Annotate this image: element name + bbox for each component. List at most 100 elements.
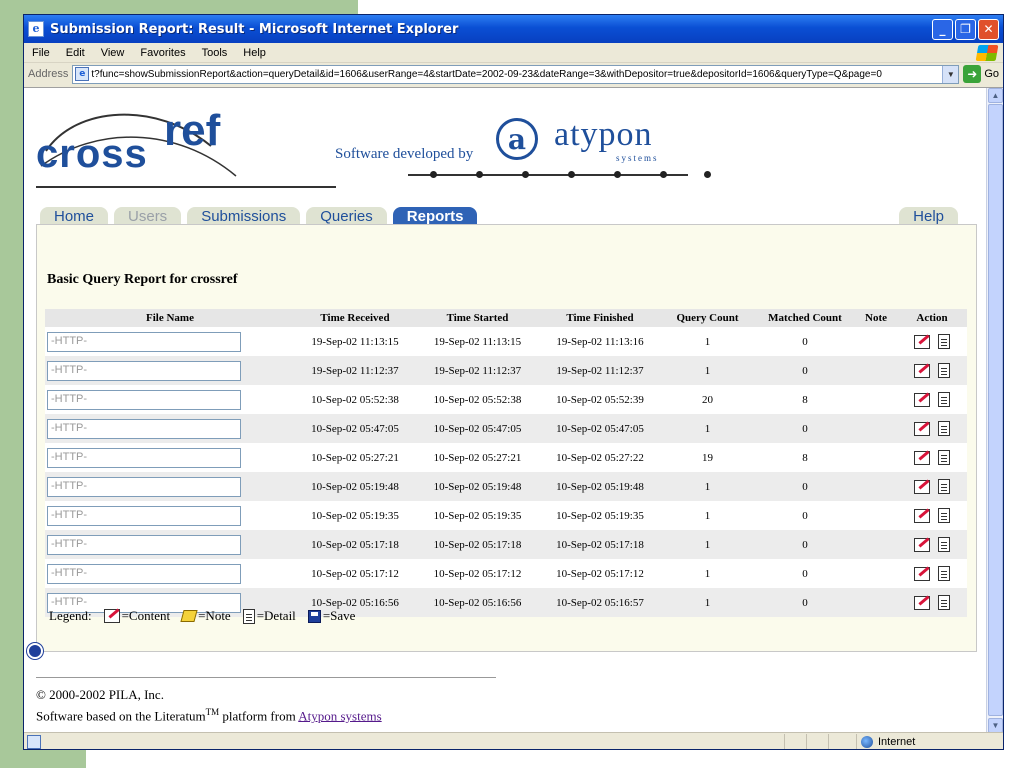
content-icon[interactable]	[914, 334, 930, 349]
detail-icon[interactable]	[938, 363, 950, 378]
maximize-button[interactable]: ❐	[955, 18, 976, 40]
file-name-field[interactable]: -HTTP-	[47, 418, 241, 439]
cell-query-count: 1	[660, 501, 755, 530]
header-logos: cross ref Software developed by a atypon…	[36, 106, 711, 201]
file-name-field[interactable]: -HTTP-	[47, 534, 241, 555]
vertical-scrollbar[interactable]: ▲ ▼	[986, 88, 1003, 732]
copyright-text: © 2000-2002 PILA, Inc.	[36, 687, 164, 702]
cell-file-name: -HTTP-	[45, 385, 295, 414]
file-name-field[interactable]: -HTTP-	[47, 447, 241, 468]
table-row: -HTTP- 10-Sep-02 05:17:18 10-Sep-02 05:17:…	[45, 530, 967, 559]
cell-file-name: -HTTP-	[45, 559, 295, 588]
cell-action	[897, 356, 967, 385]
content-icon[interactable]	[914, 537, 930, 552]
address-url[interactable]: t?func=showSubmissionReport&action=query…	[91, 69, 942, 80]
scroll-up-icon[interactable]: ▲	[988, 88, 1003, 103]
go-label: Go	[984, 68, 999, 80]
tab-queries[interactable]: Queries	[306, 207, 387, 225]
content-icon[interactable]	[914, 392, 930, 407]
file-name-field[interactable]: -HTTP-	[47, 331, 241, 352]
content-icon[interactable]	[914, 508, 930, 523]
cell-time-received: 10-Sep-02 05:47:05	[295, 414, 415, 443]
tab-submissions[interactable]: Submissions	[187, 207, 301, 225]
cell-query-count: 1	[660, 530, 755, 559]
platform-credit: Software based on the LiteratumTM platfo…	[36, 707, 382, 724]
tab-help[interactable]: Help	[899, 207, 958, 225]
minimize-button[interactable]: _	[932, 18, 953, 40]
menu-file[interactable]: File	[24, 47, 58, 59]
cell-matched-count: 0	[755, 530, 855, 559]
tab-home[interactable]: Home	[40, 207, 109, 225]
detail-icon[interactable]	[938, 537, 950, 552]
cell-time-started: 10-Sep-02 05:19:48	[415, 472, 540, 501]
file-name-field[interactable]: -HTTP-	[47, 389, 241, 410]
cell-action	[897, 559, 967, 588]
cell-note	[855, 559, 897, 588]
detail-icon[interactable]	[938, 450, 950, 465]
cell-time-finished: 10-Sep-02 05:17:18	[540, 530, 660, 559]
content-icon[interactable]	[914, 479, 930, 494]
cell-query-count: 1	[660, 414, 755, 443]
content-icon[interactable]	[914, 450, 930, 465]
detail-icon[interactable]	[938, 508, 950, 523]
menu-view[interactable]: View	[93, 47, 133, 59]
dot-marker	[430, 171, 437, 178]
cell-time-finished: 10-Sep-02 05:27:22	[540, 443, 660, 472]
content-icon[interactable]	[914, 566, 930, 581]
cell-file-name: -HTTP-	[45, 530, 295, 559]
content-icon[interactable]	[914, 421, 930, 436]
cell-note	[855, 472, 897, 501]
cell-note	[855, 356, 897, 385]
menu-edit[interactable]: Edit	[58, 47, 93, 59]
table-row: -HTTP- 10-Sep-02 05:17:12 10-Sep-02 05:17:…	[45, 559, 967, 588]
cell-query-count: 1	[660, 472, 755, 501]
cell-query-count: 19	[660, 443, 755, 472]
report-panel: Basic Query Report for crossref File Nam…	[36, 224, 977, 652]
table-header-row: File Name Time Received Time Started Tim…	[45, 309, 967, 327]
address-input[interactable]: e t?func=showSubmissionReport&action=que…	[72, 64, 960, 84]
go-button[interactable]: ➜ Go	[963, 65, 999, 83]
scroll-thumb[interactable]	[988, 104, 1003, 716]
cell-time-started: 19-Sep-02 11:13:15	[415, 327, 540, 356]
close-button[interactable]: ✕	[978, 18, 999, 40]
detail-icon[interactable]	[938, 392, 950, 407]
detail-icon[interactable]	[938, 595, 950, 610]
menu-favorites[interactable]: Favorites	[132, 47, 193, 59]
crossref-logo-cross: cross	[36, 132, 148, 176]
cell-time-received: 10-Sep-02 05:17:12	[295, 559, 415, 588]
detail-icon	[242, 608, 255, 624]
menu-help[interactable]: Help	[235, 47, 274, 59]
scroll-down-icon[interactable]: ▼	[988, 718, 1003, 732]
scroll-marker-icon[interactable]	[27, 643, 43, 659]
go-arrow-icon: ➜	[963, 65, 982, 83]
slide-background-top	[0, 0, 358, 14]
detail-icon[interactable]	[938, 479, 950, 494]
cell-time-started: 10-Sep-02 05:16:56	[415, 588, 540, 617]
content-icon[interactable]	[914, 595, 930, 610]
file-name-field[interactable]: -HTTP-	[47, 505, 241, 526]
address-dropdown-icon[interactable]: ▼	[942, 65, 959, 83]
cell-time-finished: 10-Sep-02 05:16:57	[540, 588, 660, 617]
file-name-field[interactable]: -HTTP-	[47, 563, 241, 584]
legend: Legend: =Content =Note =Detail =Save	[49, 608, 367, 624]
detail-icon[interactable]	[938, 421, 950, 436]
menu-tools[interactable]: Tools	[194, 47, 236, 59]
legend-save: =Save	[307, 608, 355, 624]
trademark: TM	[205, 707, 220, 717]
address-bar: Address e t?func=showSubmissionReport&ac…	[24, 63, 1003, 85]
detail-icon[interactable]	[938, 334, 950, 349]
cell-time-received: 19-Sep-02 11:13:15	[295, 327, 415, 356]
content-icon[interactable]	[914, 363, 930, 378]
cell-time-received: 10-Sep-02 05:19:35	[295, 501, 415, 530]
atypon-link[interactable]: Atypon systems	[298, 708, 381, 723]
cell-matched-count: 0	[755, 559, 855, 588]
cell-action	[897, 530, 967, 559]
file-name-field[interactable]: -HTTP-	[47, 476, 241, 497]
file-name-field[interactable]: -HTTP-	[47, 360, 241, 381]
detail-icon[interactable]	[938, 566, 950, 581]
developed-by-text: Software developed by	[335, 146, 474, 162]
cell-action	[897, 385, 967, 414]
tab-reports[interactable]: Reports	[392, 207, 478, 225]
cell-matched-count: 0	[755, 414, 855, 443]
credit-middle: platform from	[219, 708, 299, 724]
